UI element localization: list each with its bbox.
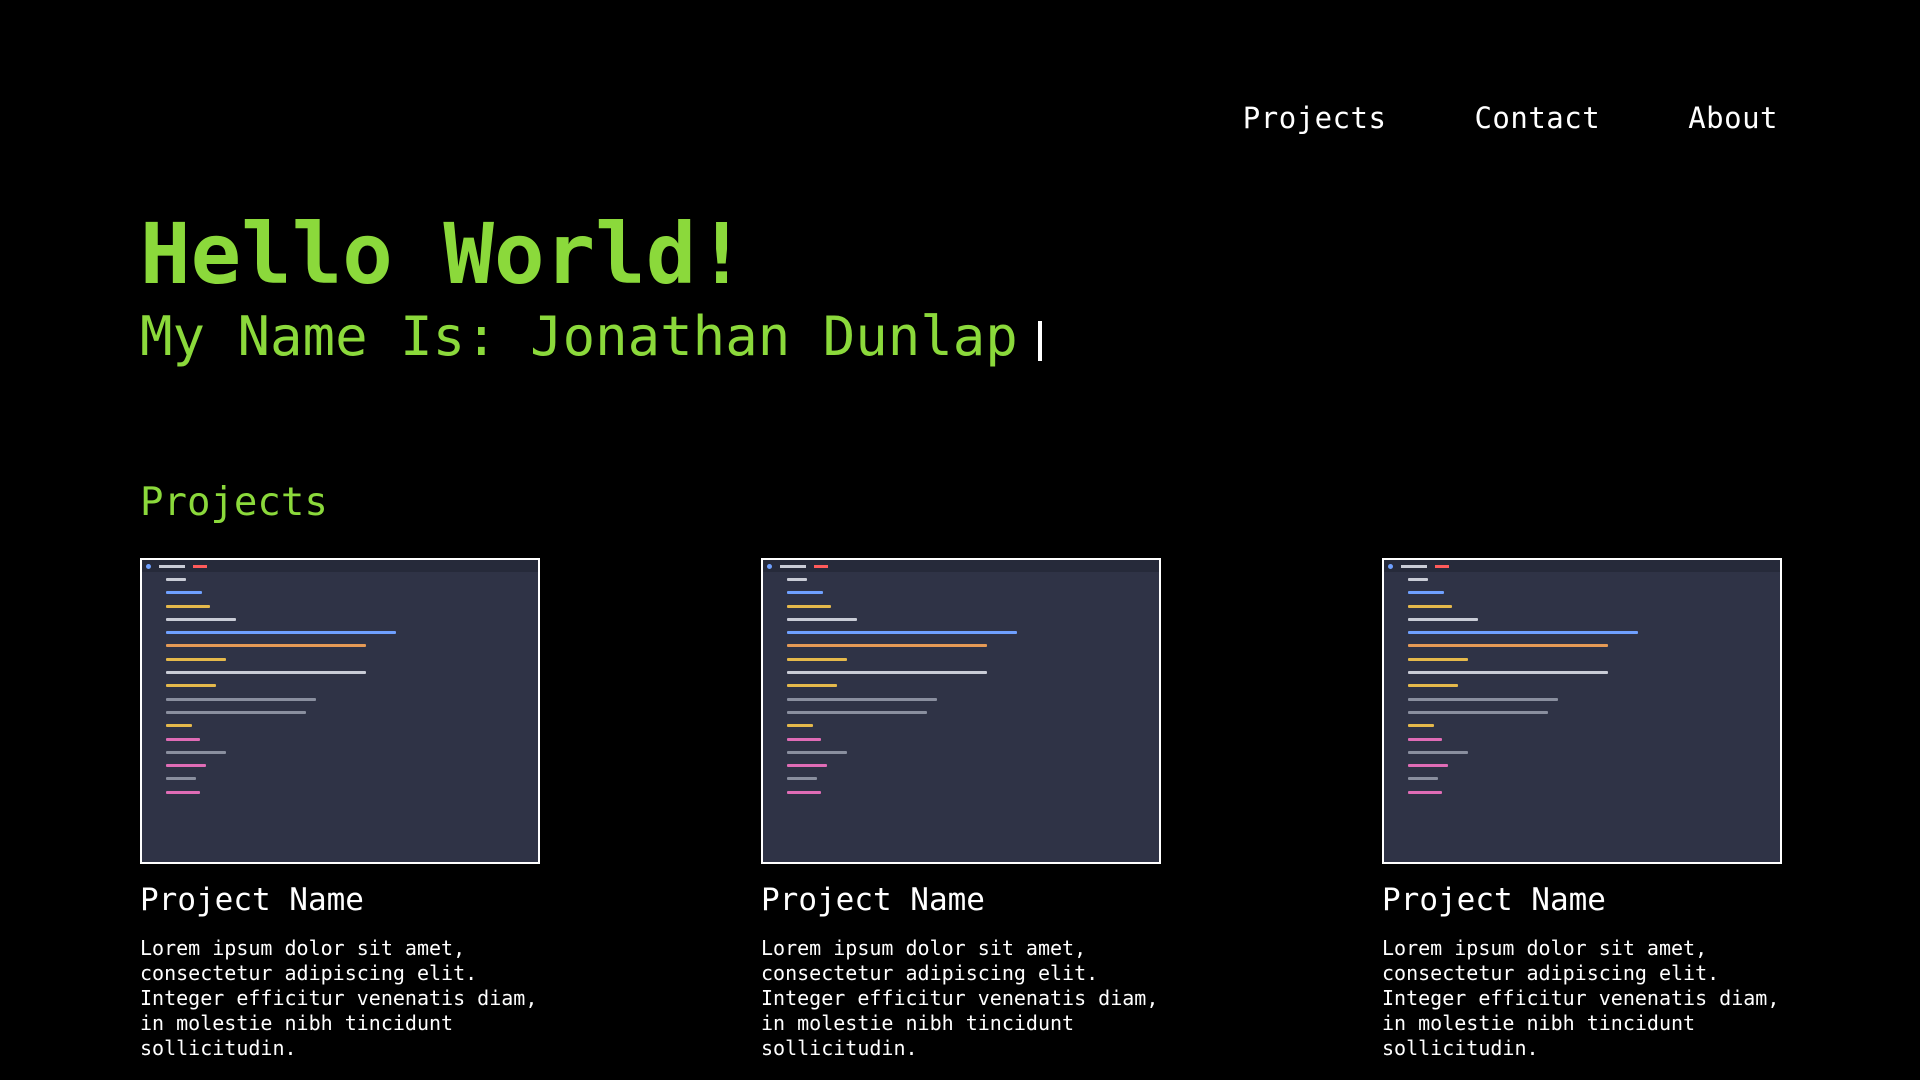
project-description: Lorem ipsum dolor sit amet, consectetur …	[761, 936, 1159, 1060]
typing-cursor	[1037, 321, 1042, 361]
top-nav: Projects Contact About	[1243, 96, 1778, 140]
nav-projects-link[interactable]: Projects	[1243, 96, 1387, 140]
project-card[interactable]: Project Name Lorem ipsum dolor sit amet,…	[1382, 558, 1782, 1061]
code-preview	[763, 572, 1159, 794]
projects-heading: Projects	[140, 480, 328, 525]
portfolio-page: Projects Contact About Hello World! My N…	[0, 0, 1920, 1080]
nav-about-link[interactable]: About	[1688, 96, 1778, 140]
hero: Hello World! My Name Is: Jonathan Dunlap	[140, 206, 1042, 372]
project-title: Project Name	[1382, 882, 1606, 918]
project-thumbnail[interactable]	[761, 558, 1161, 864]
hero-subtitle: My Name Is: Jonathan Dunlap	[140, 302, 1042, 372]
project-description: Lorem ipsum dolor sit amet, consectetur …	[1382, 936, 1780, 1060]
code-preview	[1384, 572, 1780, 794]
project-thumbnail[interactable]	[1382, 558, 1782, 864]
editor-tabbar	[763, 560, 1159, 572]
project-title: Project Name	[761, 882, 985, 918]
project-card[interactable]: Project Name Lorem ipsum dolor sit amet,…	[140, 558, 540, 1061]
project-description: Lorem ipsum dolor sit amet, consectetur …	[140, 936, 538, 1060]
project-title: Project Name	[140, 882, 364, 918]
editor-tabbar	[1384, 560, 1780, 572]
project-card[interactable]: Project Name Lorem ipsum dolor sit amet,…	[761, 558, 1161, 1061]
hero-title: Hello World!	[140, 205, 747, 303]
nav-contact-link[interactable]: Contact	[1474, 96, 1600, 140]
editor-tabbar	[142, 560, 538, 572]
hero-subtitle-text: My Name Is: Jonathan Dunlap	[140, 305, 1018, 368]
code-preview	[142, 572, 538, 794]
project-thumbnail[interactable]	[140, 558, 540, 864]
